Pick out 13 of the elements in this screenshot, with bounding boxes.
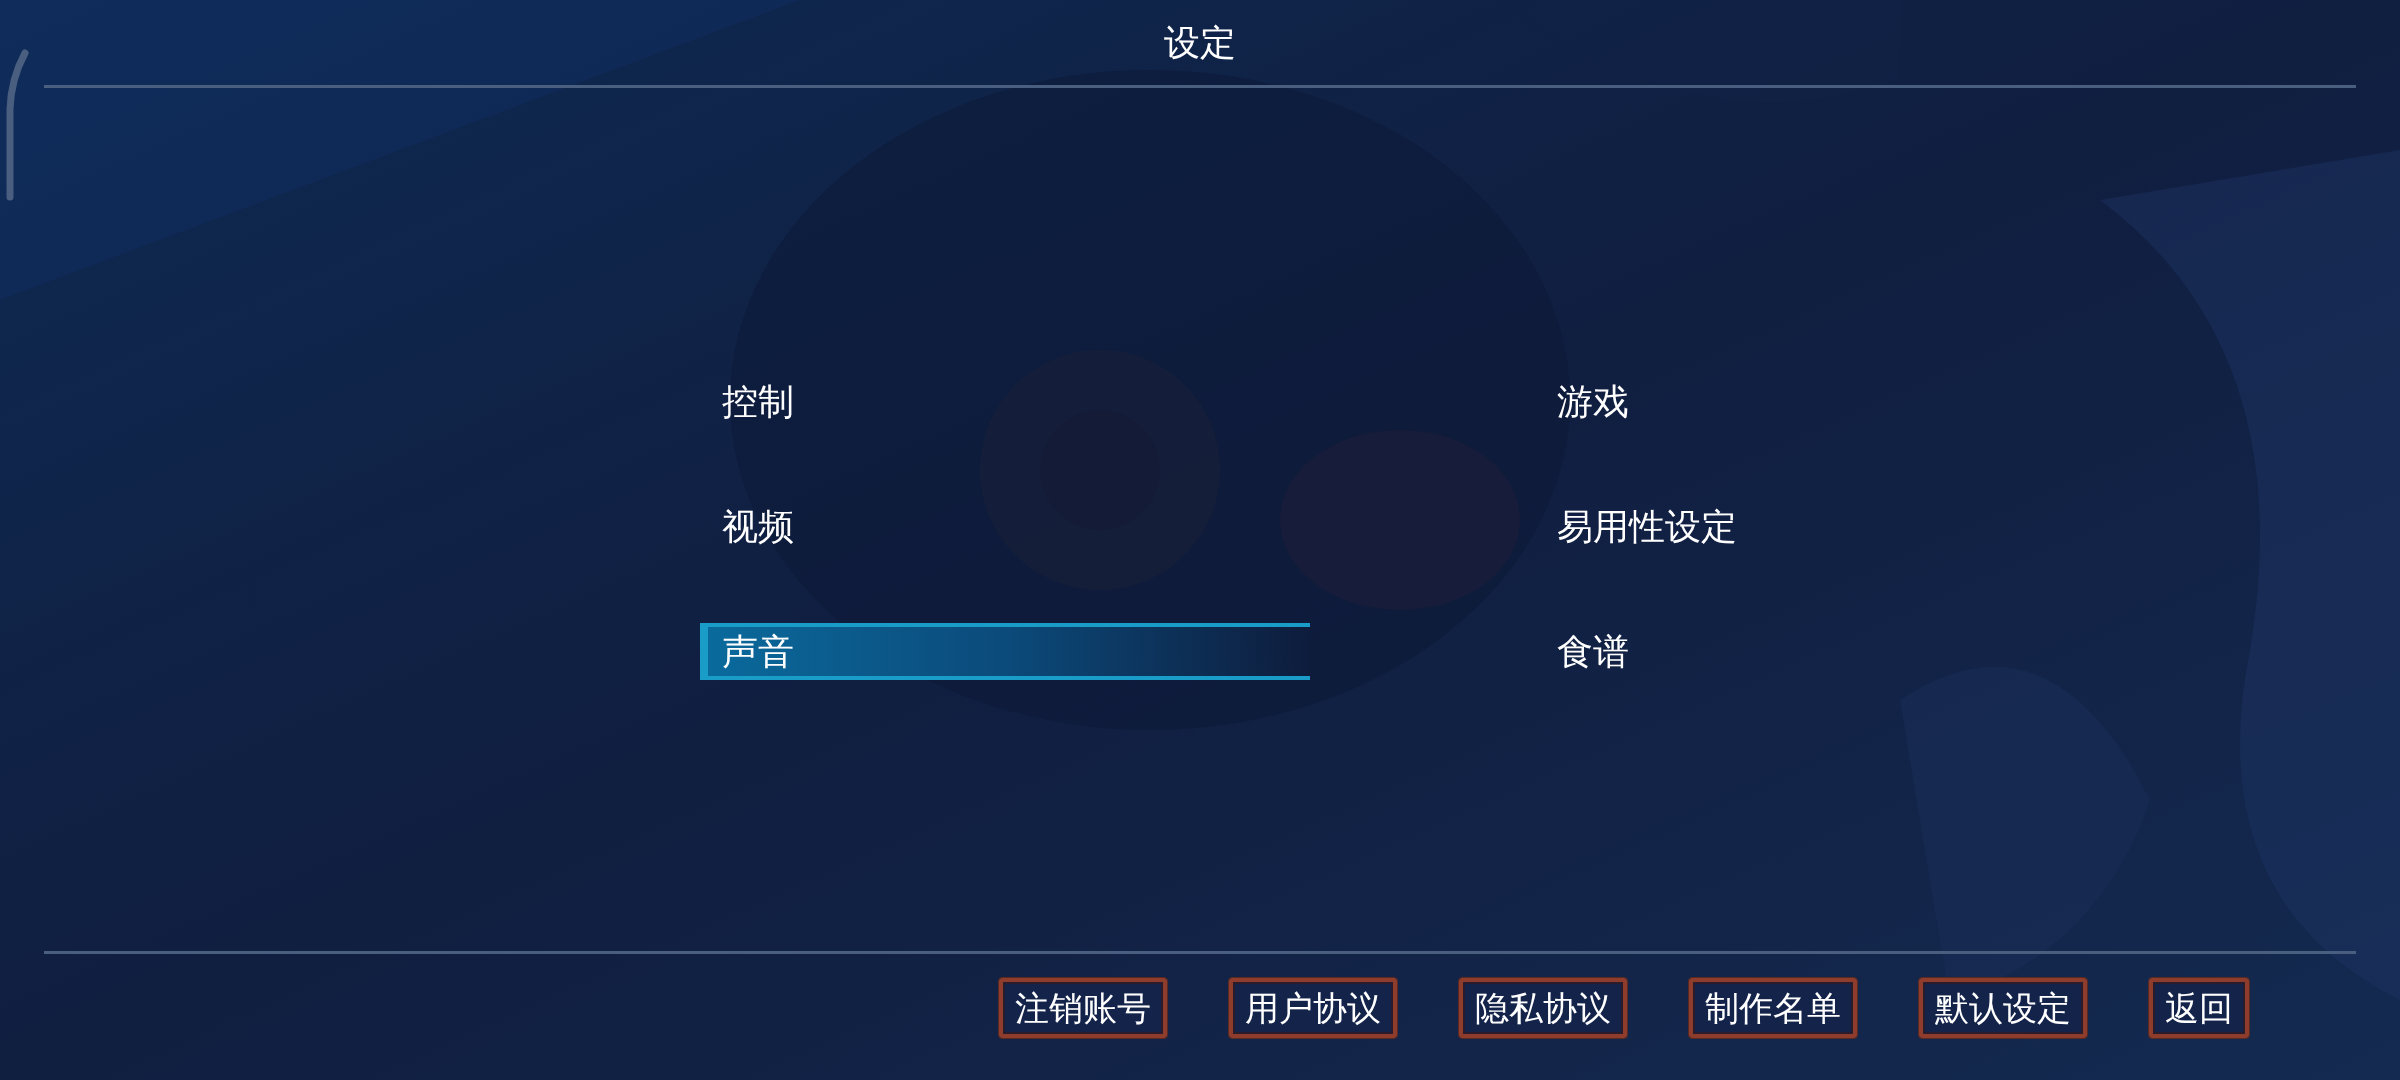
menu-item[interactable]: 声音 bbox=[700, 623, 1310, 680]
menu-item[interactable]: 视频 bbox=[700, 498, 1310, 555]
footer-button[interactable]: 注销账号 bbox=[999, 978, 1167, 1038]
menu-item[interactable]: 控制 bbox=[700, 373, 1310, 430]
menu-item[interactable]: 食谱 bbox=[1535, 623, 2145, 680]
page-title: 设定 bbox=[1164, 24, 1236, 61]
footer-button[interactable]: 用户协议 bbox=[1229, 978, 1397, 1038]
footer-button[interactable]: 隐私协议 bbox=[1459, 978, 1627, 1038]
menu-item[interactable]: 游戏 bbox=[1535, 373, 2145, 430]
footer-button[interactable]: 返回 bbox=[2149, 978, 2249, 1038]
footer-button[interactable]: 制作名单 bbox=[1689, 978, 1857, 1038]
menu-item[interactable]: 易用性设定 bbox=[1535, 498, 2145, 555]
footer-button[interactable]: 默认设定 bbox=[1919, 978, 2087, 1038]
